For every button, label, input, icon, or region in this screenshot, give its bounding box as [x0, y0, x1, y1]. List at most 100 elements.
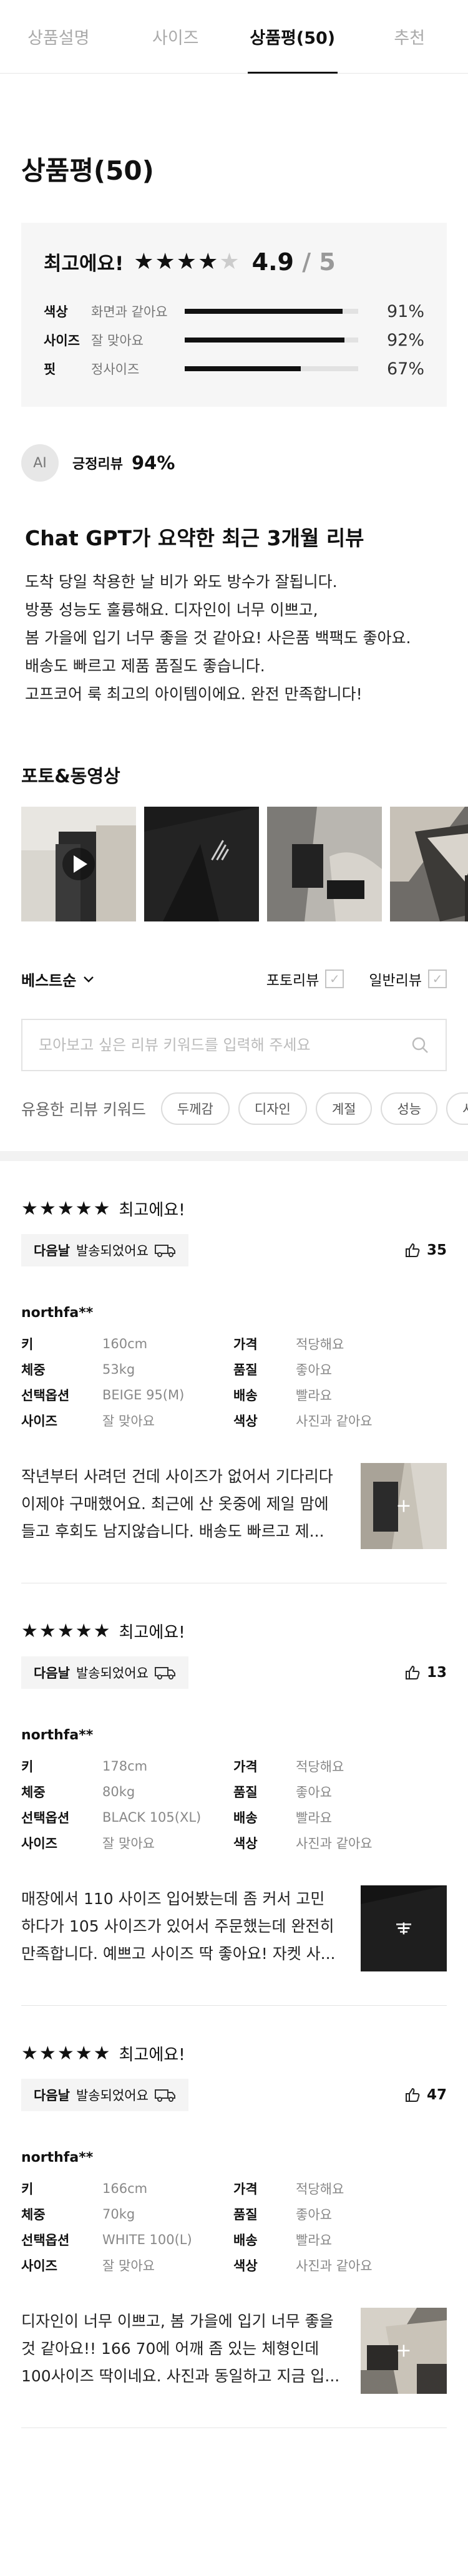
review-list: ★ ★ ★ ★ ★ 최고에요! 다음날 발송되었어요 35 northfa** …	[0, 1161, 468, 2428]
sort-dropdown[interactable]: 베스트순	[21, 968, 95, 990]
summary-score: 4.9 / 5	[252, 248, 336, 276]
review-grade: 최고에요!	[119, 1201, 185, 1220]
like-button[interactable]: 13	[404, 1665, 447, 1681]
truck-icon	[154, 1245, 175, 1257]
truck-icon	[154, 1667, 175, 1679]
review-text[interactable]: 작년부터 사려던 건데 사이즈가 없어서 기다리다 이제야 구매했어요. 최근에 …	[21, 1463, 343, 1549]
bar-percent: 91%	[386, 301, 424, 321]
photo-review-checkbox[interactable]: 포토리뷰 ✓	[266, 968, 344, 989]
photo-jacket-sleeve[interactable]	[267, 807, 382, 921]
search-icon[interactable]	[411, 1036, 429, 1054]
review-meta: 키 178cm 가격 적당해요 체중 80kg 품질 좋아요 선택옵션 BLACK 105(XL)…	[21, 1753, 447, 1855]
photo-review-label: 포토리뷰	[266, 973, 319, 989]
keyword-chip[interactable]: 계절	[315, 1092, 373, 1125]
tab-description[interactable]: 상품설명	[0, 0, 117, 73]
meta-key: 사이즈	[21, 1413, 57, 1429]
sort-label: 베스트순	[21, 971, 77, 989]
review-photo[interactable]: +	[361, 2308, 447, 2394]
keyword-chip[interactable]: 두께감	[160, 1092, 230, 1125]
meta-key: 선택옵션	[21, 1810, 70, 1825]
bar-value: 잘 맞아요	[91, 333, 144, 348]
review-text[interactable]: 디자인이 너무 이쁘고, 봄 가을에 입기 너무 좋을 것 같아요!! 166 7…	[21, 2308, 343, 2394]
photo-section-title: 포토&동영상	[21, 766, 120, 787]
meta-value: 178cm	[102, 1758, 148, 1774]
score-value: 4.9	[251, 248, 294, 276]
ai-summary-line: 도착 당일 착용한 날 비가 와도 방수가 잘됩니다.	[25, 573, 338, 591]
bar-row-color: 색상 화면과 같아요 91%	[44, 297, 424, 326]
general-review-checkbox[interactable]: 일반리뷰 ✓	[369, 968, 447, 989]
general-review-label: 일반리뷰	[369, 973, 422, 989]
review-author: northfa**	[21, 1728, 94, 1743]
review-stars: ★ ★ ★ ★ ★	[21, 1620, 110, 1642]
meta-value: 사진과 같아요	[296, 2258, 373, 2273]
star-icon: ★	[93, 2042, 110, 2064]
chevron-down-icon	[84, 976, 94, 983]
meta-value: 80kg	[102, 1784, 135, 1799]
ai-summary-line: 봄 가을에 입기 너무 좋을 것 같아요! 사은품 백팩도 좋아요.	[25, 629, 411, 647]
like-button[interactable]: 47	[404, 2087, 447, 2103]
photo-black-jacket[interactable]	[144, 807, 259, 921]
bar-value: 정사이즈	[91, 362, 140, 377]
review-photo[interactable]: +	[361, 1463, 447, 1549]
bar-row-fit: 핏 정사이즈 67%	[44, 354, 424, 383]
bar-value: 화면과 같아요	[91, 304, 168, 319]
star-icon: ★	[39, 2042, 56, 2064]
plus-icon: +	[396, 1917, 412, 1940]
star-icon: ★	[57, 1620, 74, 1642]
keyword-chip[interactable]: 디자인	[238, 1092, 307, 1125]
shipping-day: 다음날	[34, 1243, 70, 1258]
meta-key: 사이즈	[21, 2258, 57, 2273]
check-icon: ✓	[428, 970, 447, 988]
tab-recommend[interactable]: 추천	[351, 0, 468, 73]
meta-value: 빨라요	[296, 1388, 332, 1403]
bar-fill	[185, 338, 344, 343]
meta-value: 적당해요	[296, 2181, 344, 2197]
review-stars: ★ ★ ★ ★ ★	[21, 1197, 110, 1220]
tab-size[interactable]: 사이즈	[117, 0, 235, 73]
summary-label: 최고에요!	[44, 253, 124, 275]
review-text[interactable]: 매장에서 110 사이즈 입어봤는데 좀 커서 고민 하다가 105 사이즈가 있…	[21, 1885, 343, 1971]
review-photo[interactable]: +	[361, 1885, 447, 1971]
photo-jacket-detail[interactable]	[390, 807, 468, 921]
ai-summary-line: 배송도 빠르고 제품 품질도 좋습니다.	[25, 657, 265, 675]
review-search-input[interactable]	[39, 1036, 411, 1054]
like-count: 47	[426, 2087, 447, 2103]
bar-track	[185, 366, 358, 371]
meta-value: 좋아요	[296, 1784, 332, 1800]
meta-value: 160cm	[102, 1336, 148, 1351]
rating-summary: 최고에요! ★ ★ ★ ★ ★ 4.9 / 5 색상 화면과 같아요 91% 사…	[21, 223, 447, 407]
meta-key: 배송	[233, 1388, 258, 1403]
star-icon: ★	[75, 2042, 92, 2064]
photo-video-thumb[interactable]	[21, 807, 136, 921]
meta-value: WHITE 100(L)	[102, 2232, 192, 2247]
meta-value: BEIGE 95(M)	[102, 1387, 185, 1402]
meta-key: 배송	[233, 2232, 258, 2248]
shipping-text: 발송되었어요	[76, 1243, 149, 1258]
meta-key: 선택옵션	[21, 2232, 70, 2248]
meta-value: 적당해요	[296, 1336, 344, 1352]
like-button[interactable]: 35	[404, 1242, 447, 1258]
meta-value: 사진과 같아요	[296, 1413, 373, 1429]
bar-key: 핏	[44, 362, 56, 377]
star-icon: ★	[21, 1620, 38, 1642]
meta-key: 색상	[233, 1413, 258, 1429]
keyword-chip[interactable]: 성능	[381, 1092, 438, 1125]
review-meta: 키 160cm 가격 적당해요 체중 53kg 품질 좋아요 선택옵션 BEIGE 95(M) 배송…	[21, 1331, 447, 1433]
tab-reviews[interactable]: 상품평(50)	[234, 0, 351, 74]
star-icon: ★	[176, 248, 197, 275]
shipping-text: 발송되었어요	[76, 1666, 149, 1681]
meta-key: 사이즈	[21, 1835, 57, 1851]
star-icon: ★	[75, 1197, 92, 1220]
meta-value: 53kg	[102, 1361, 135, 1377]
score-max: / 5	[302, 248, 336, 276]
star-empty-icon: ★	[219, 248, 240, 275]
review-author: northfa**	[21, 2150, 94, 2165]
ai-label: 긍정리뷰	[72, 457, 123, 472]
shipping-day: 다음날	[34, 2088, 70, 2103]
photo-strip	[0, 807, 468, 921]
meta-key: 배송	[233, 1810, 258, 1825]
review-text-line: 하다가 105 사이즈가 있어서 주문했는데 완전히	[21, 1917, 334, 1935]
bar-fill	[185, 309, 343, 314]
review-search	[21, 1019, 447, 1071]
keyword-chip[interactable]: 사이즈	[446, 1092, 468, 1125]
